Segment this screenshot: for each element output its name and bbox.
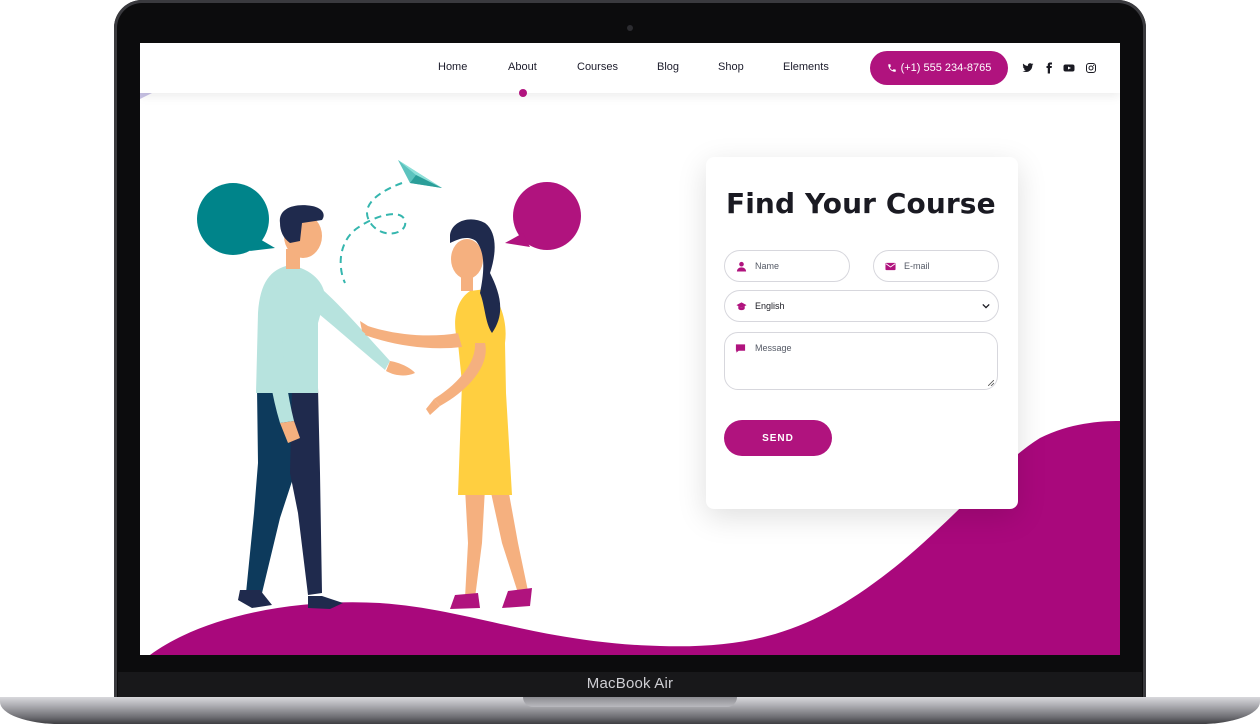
corner-accent [140, 93, 152, 99]
teal-speech-bubble-icon [197, 183, 275, 255]
message-textarea[interactable]: Message [724, 332, 998, 390]
youtube-icon[interactable] [1063, 62, 1075, 74]
woman-figure [360, 219, 532, 609]
name-placeholder: Name [755, 261, 780, 271]
plane-dashed-trail [339, 182, 407, 284]
message-placeholder: Message [755, 343, 792, 353]
instagram-icon[interactable] [1085, 62, 1097, 74]
device-label: MacBook Air [586, 675, 674, 692]
magenta-speech-bubble-icon [505, 182, 581, 250]
comment-icon [735, 344, 746, 353]
user-icon [736, 261, 747, 272]
envelope-icon [885, 262, 896, 270]
phone-icon [887, 64, 896, 72]
nav-shop[interactable]: Shop [718, 61, 744, 73]
webcam [627, 25, 633, 31]
resize-grip-icon[interactable] [988, 380, 994, 386]
send-button[interactable]: SEND [724, 420, 832, 456]
laptop-notch [523, 697, 737, 707]
man-figure [238, 205, 415, 609]
facebook-icon[interactable] [1043, 62, 1055, 74]
email-field[interactable]: E-mail [873, 250, 999, 282]
nav-elements[interactable]: Elements [783, 61, 829, 73]
phone-number: (+1) 555 234-8765 [900, 62, 992, 74]
email-placeholder: E-mail [904, 261, 930, 271]
active-nav-indicator [519, 89, 527, 97]
top-nav: Home About Courses Blog Shop Elements (+… [140, 43, 1120, 93]
name-field[interactable]: Name [724, 250, 850, 282]
nav-about[interactable]: About [508, 61, 537, 73]
twitter-icon[interactable] [1022, 62, 1034, 74]
form-title: Find Your Course [726, 187, 996, 220]
course-select[interactable]: English [724, 290, 999, 322]
nav-home[interactable]: Home [438, 61, 467, 73]
chevron-down-icon [982, 303, 990, 309]
course-selected-value: English [755, 301, 785, 311]
phone-button[interactable]: (+1) 555 234-8765 [870, 51, 1008, 85]
paper-plane-icon [398, 160, 442, 188]
website-screen: Home About Courses Blog Shop Elements (+… [140, 43, 1120, 655]
graduation-cap-icon [736, 301, 747, 310]
course-form-card: Find Your Course Name E-mail English Mes… [706, 157, 1018, 509]
nav-blog[interactable]: Blog [657, 61, 679, 73]
nav-courses[interactable]: Courses [577, 61, 618, 73]
